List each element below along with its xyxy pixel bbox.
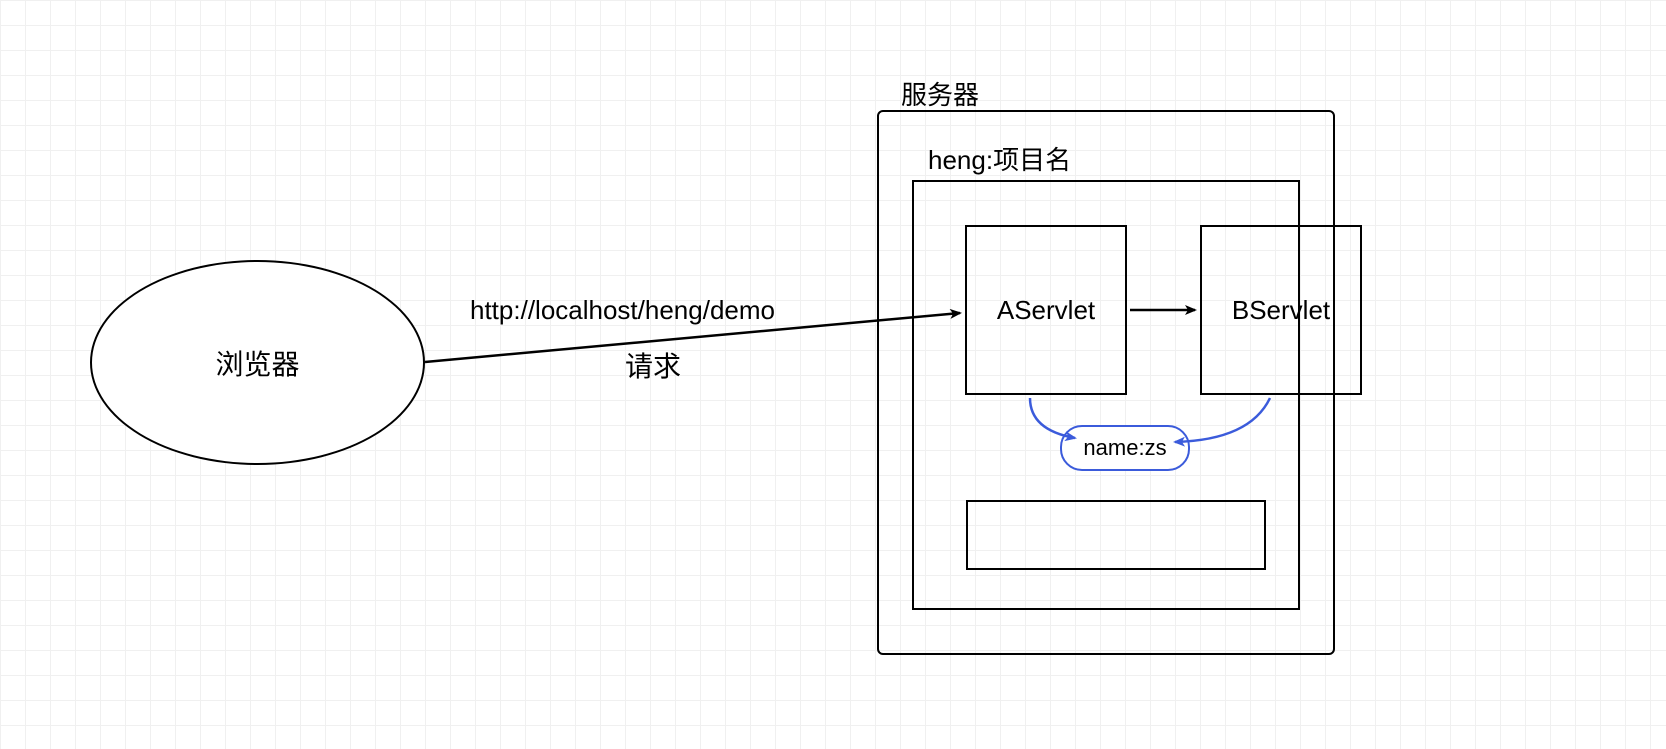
browser-node: 浏览器 <box>90 260 425 465</box>
bservlet-box: BServlet <box>1200 225 1362 395</box>
aservlet-box: AServlet <box>965 225 1127 395</box>
request-text-label: 请求 <box>625 345 681 385</box>
request-url-label: http://localhost/heng/demo <box>470 295 775 326</box>
aservlet-label: AServlet <box>997 295 1095 326</box>
server-title: 服务器 <box>901 75 979 112</box>
bservlet-label: BServlet <box>1232 295 1330 326</box>
attribute-node: name:zs <box>1060 425 1190 471</box>
project-label: heng:项目名 <box>928 140 1071 177</box>
browser-label: 浏览器 <box>215 343 299 383</box>
empty-box <box>966 500 1266 570</box>
attribute-label: name:zs <box>1083 435 1166 461</box>
